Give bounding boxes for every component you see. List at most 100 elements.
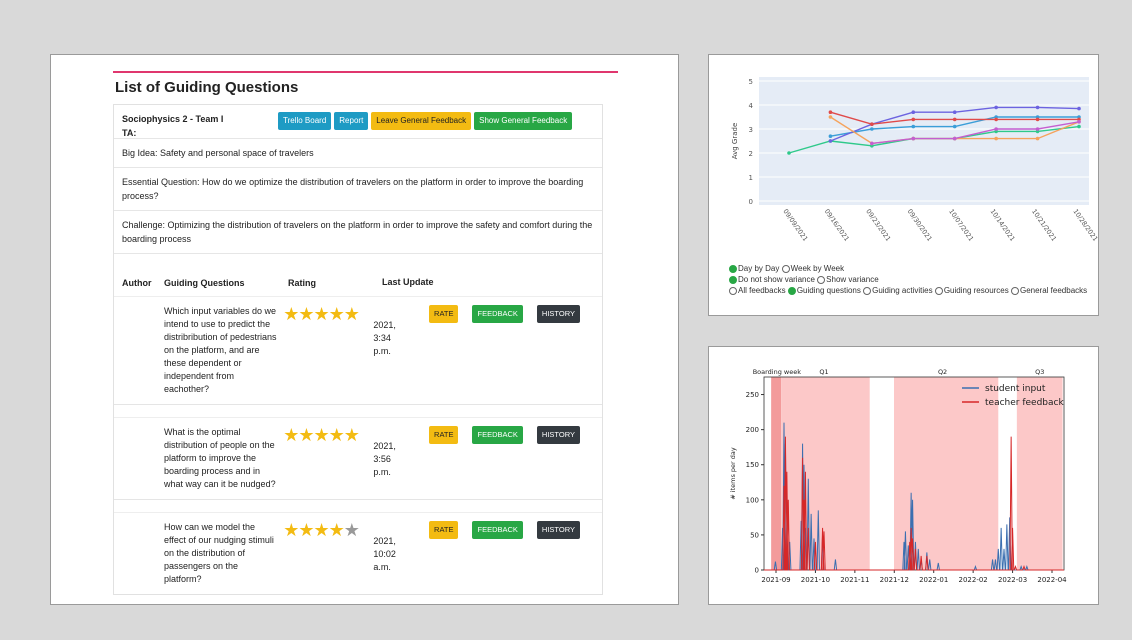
y-tick-label: 100 (746, 496, 759, 504)
star-icon: ★ (313, 520, 329, 540)
radio-icon[interactable] (934, 286, 943, 295)
radio-option[interactable]: Show variance (817, 275, 879, 284)
radio-icon[interactable] (729, 264, 737, 273)
radio-option[interactable]: Guiding questions (787, 286, 863, 295)
star-icon: ★ (283, 304, 299, 324)
row-actions: RATE FEEDBACK HISTORY (429, 426, 594, 491)
radio-option[interactable]: Guiding resources (934, 286, 1011, 295)
radio-icon[interactable] (863, 286, 872, 295)
last-update: 2021, 10:02 a.m. (373, 521, 429, 586)
radio-label: Do not show variance (738, 275, 815, 284)
x-tick-label: 10/07/2021 (947, 208, 975, 243)
star-icon: ★ (298, 520, 314, 540)
update-text: 2021, (373, 536, 396, 546)
x-tick-label: 10/28/2021 (1071, 208, 1099, 243)
legend-label: teacher feedback (985, 398, 1064, 408)
show-general-feedback-button[interactable]: Show General Feedback (474, 112, 573, 130)
last-update: 2021, 3:56 p.m. (373, 426, 429, 491)
page-title: List of Guiding Questions (115, 79, 299, 96)
feedback-button[interactable]: FEEDBACK (472, 521, 523, 539)
radio-icon[interactable] (729, 286, 737, 295)
update-text: p.m. (373, 467, 391, 477)
data-point (1035, 127, 1040, 131)
title-underline (113, 71, 618, 73)
star-icon: ★ (328, 520, 345, 540)
guiding-question-text: How can we model the effect of our nudgi… (164, 522, 274, 584)
radio-icon[interactable] (729, 275, 737, 284)
guiding-questions-panel: List of Guiding Questions Sociophysics 2… (50, 54, 679, 605)
leave-general-feedback-button[interactable]: Leave General Feedback (371, 112, 472, 130)
y-tick-label: 50 (750, 531, 759, 539)
history-button[interactable]: HISTORY (536, 426, 580, 444)
radio-option[interactable]: Guiding activities (863, 286, 935, 295)
avg-grade-panel: 0 1 2 3 4 5 Avg Grade 09/09/2021 09/16/2021 09/23… (708, 54, 1099, 316)
radio-icon[interactable] (787, 286, 796, 295)
table-row: What is the optimal distribution of peop… (114, 417, 602, 499)
radio-label: Week by Week (790, 264, 845, 273)
radio-option[interactable]: Week by Week (781, 264, 845, 273)
x-tick-label: 09/23/2021 (864, 208, 892, 243)
radio-option[interactable]: All feedbacks (729, 286, 788, 295)
star-icon: ★ (298, 304, 314, 324)
y-tick-label: 2 (749, 150, 753, 158)
rate-button[interactable]: RATE (429, 426, 459, 444)
data-point (1077, 120, 1081, 124)
update-text: a.m. (373, 562, 391, 572)
data-point (1035, 117, 1040, 122)
radio-label: Day by Day (738, 264, 780, 273)
table-header: Author Guiding Questions Rating Last Upd… (114, 254, 602, 296)
row-actions: RATE FEEDBACK HISTORY (429, 305, 594, 396)
data-point (828, 134, 833, 138)
star-icon: ★ (283, 425, 299, 445)
radio-icon[interactable] (781, 264, 790, 273)
x-tick-label: 2021-12 (880, 576, 909, 584)
rating-stars: ★★★★★ (283, 426, 373, 491)
radio-option[interactable]: General feedbacks (1010, 286, 1087, 295)
data-point (1077, 124, 1081, 129)
radio-option[interactable]: Day by Day (729, 264, 782, 273)
radio-label: Guiding resources (943, 286, 1009, 295)
guiding-question-text: What is the optimal distribution of peop… (164, 427, 276, 489)
team-info: Sociophysics 2 - Team I TA: (122, 112, 278, 140)
data-point (870, 127, 874, 131)
challenge: Challenge: Optimizing the distribution o… (114, 211, 602, 254)
rate-button[interactable]: RATE (429, 521, 459, 539)
radio-group: All feedbacks Guiding questions Guiding … (729, 285, 1087, 296)
avg-grade-chart: 0 1 2 3 4 5 Avg Grade 09/09/2021 09/16/2021 09/23… (731, 77, 1099, 243)
period-label: Q3 (1035, 368, 1044, 376)
data-point (1035, 136, 1040, 141)
y-tick-label: 150 (746, 461, 759, 469)
feedback-button[interactable]: FEEDBACK (472, 426, 523, 444)
update-text: 10:02 (373, 549, 396, 559)
x-tick-label: 2021-10 (801, 576, 830, 584)
y-tick-label: 1 (749, 174, 753, 182)
rating-stars: ★★★★★ (283, 521, 373, 586)
radio-label: Show variance (826, 275, 879, 284)
plot-background (759, 77, 1089, 205)
report-button[interactable]: Report (334, 112, 369, 130)
x-tick-label: 10/14/2021 (989, 208, 1017, 243)
radio-icon[interactable] (1010, 286, 1019, 295)
rating-stars: ★★★★★ (283, 305, 373, 396)
last-update: 2021, 3:34 p.m. (373, 305, 429, 396)
x-tick-label: 2021-09 (761, 576, 790, 584)
items-per-day-chart: 0 50 100 150 200 250 # items per day 2021-09 202… (729, 368, 1067, 584)
history-button[interactable]: HISTORY (536, 305, 580, 323)
question-rows: Which input variables do we intend to us… (114, 296, 602, 594)
period-band (781, 377, 870, 570)
data-point (994, 136, 998, 141)
data-point (952, 117, 957, 122)
row-separator (114, 404, 602, 417)
rate-button[interactable]: RATE (429, 305, 459, 323)
y-tick-label: 0 (749, 198, 753, 206)
radio-option[interactable]: Do not show variance (729, 275, 817, 284)
ta-label: TA: (122, 128, 137, 138)
data-point (994, 105, 998, 110)
star-icon: ★ (328, 304, 345, 324)
history-button[interactable]: HISTORY (536, 521, 580, 539)
radio-icon[interactable] (817, 275, 826, 284)
data-point (994, 127, 998, 131)
feedback-button[interactable]: FEEDBACK (472, 305, 523, 323)
period-band (771, 377, 782, 570)
trello-board-button[interactable]: Trello Board (278, 112, 332, 130)
